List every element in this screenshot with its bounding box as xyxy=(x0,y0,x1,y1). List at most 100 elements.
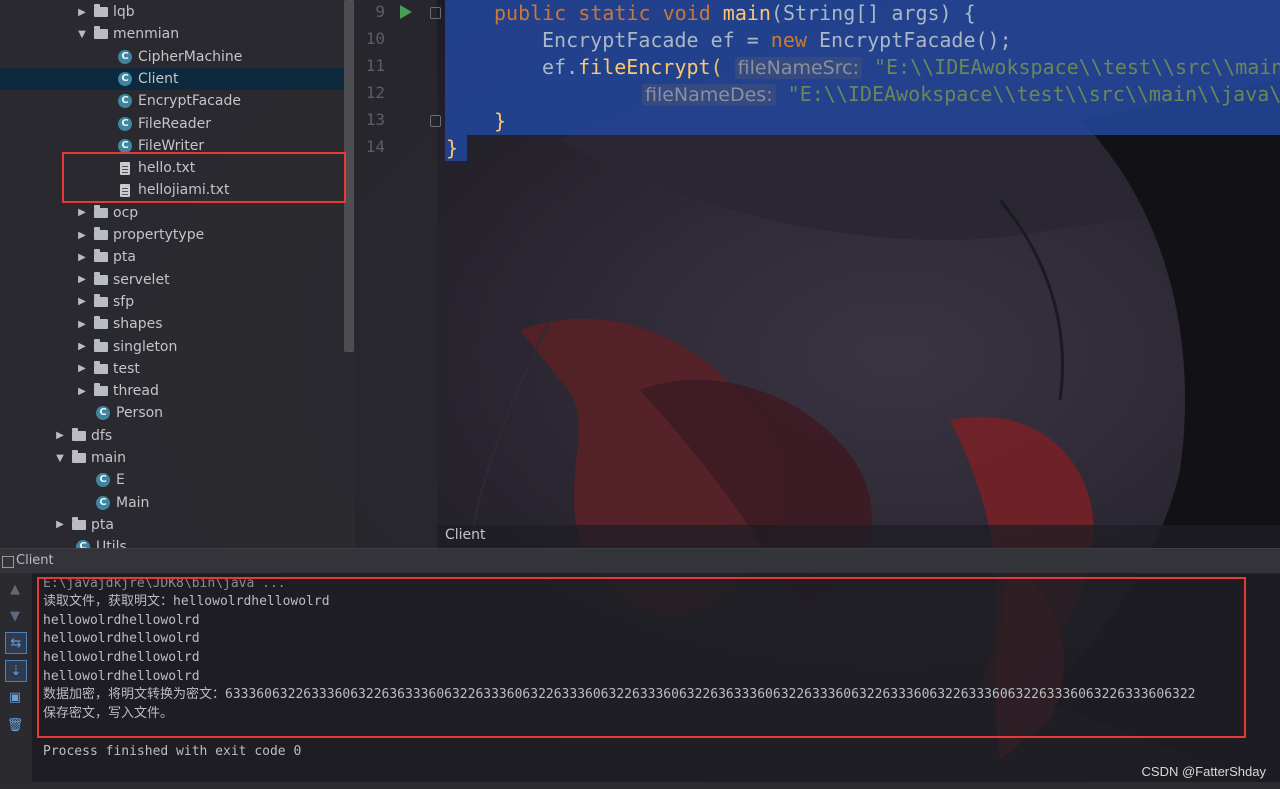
chevron-right-icon[interactable]: ▶ xyxy=(76,230,88,241)
tree-item[interactable]: C Client xyxy=(0,67,345,90)
runnable-class-icon: C xyxy=(96,495,110,510)
tree-item-label: menmian xyxy=(113,26,180,43)
tree-item[interactable]: C Main xyxy=(0,492,345,514)
tree-item[interactable]: ▶ test xyxy=(0,358,345,380)
parameter-hint: fileNameSrc: xyxy=(734,57,862,79)
folder-icon xyxy=(94,316,108,330)
chevron-down-icon[interactable]: ▼ xyxy=(54,453,66,464)
tree-item[interactable]: ▶ pta xyxy=(0,246,345,268)
folder-icon xyxy=(94,4,108,17)
tree-item[interactable]: ▶ shapes xyxy=(0,313,345,335)
code-line-9: public static void main(String[] args) { xyxy=(494,0,976,27)
tree-item[interactable]: C Person xyxy=(0,402,345,424)
chevron-right-icon[interactable]: ▶ xyxy=(76,252,88,263)
tree-item-label: Utils xyxy=(96,539,127,548)
chevron-right-icon[interactable]: ▶ xyxy=(54,430,66,441)
code-brace: } xyxy=(446,136,459,160)
folder-icon xyxy=(94,338,108,352)
chevron-right-icon[interactable]: ▶ xyxy=(76,274,88,285)
status-bar xyxy=(0,782,1280,789)
tree-item[interactable]: ▶ singleton xyxy=(0,336,345,358)
run-panel-title[interactable]: Client xyxy=(16,553,54,568)
chevron-right-icon[interactable]: ▶ xyxy=(76,7,88,18)
up-arrow-icon[interactable]: ▲ xyxy=(5,579,25,599)
code-line-10: EncryptFacade ef = new EncryptFacade(); xyxy=(542,27,1012,54)
tree-item[interactable]: ▶ pta xyxy=(0,514,345,536)
tree-item-label: CipherMachine xyxy=(138,48,243,65)
tree-item[interactable]: C EncryptFacade xyxy=(0,90,345,112)
tree-item[interactable]: CE xyxy=(0,469,345,491)
tree-item[interactable]: C FileReader xyxy=(0,113,345,135)
folder-icon xyxy=(94,293,108,307)
folder-icon xyxy=(94,360,108,374)
trash-icon[interactable]: 🗑 xyxy=(5,715,25,735)
tree-item[interactable]: C CipherMachine xyxy=(0,46,345,68)
tree-item[interactable]: ▶ thread xyxy=(0,380,345,402)
class-icon: C xyxy=(118,94,132,109)
chevron-right-icon[interactable]: ▶ xyxy=(76,341,88,352)
chevron-right-icon[interactable]: ▶ xyxy=(76,363,88,374)
chevron-right-icon[interactable]: ▶ xyxy=(76,319,88,330)
code-editor[interactable]: public static void main(String[] args) {… xyxy=(437,0,1280,548)
folder-icon xyxy=(94,204,108,218)
tree-item-label: pta xyxy=(91,516,114,533)
tree-item-label: test xyxy=(113,360,140,377)
print-icon[interactable]: ▣ xyxy=(5,687,25,707)
tree-item[interactable]: C Utils xyxy=(0,536,345,548)
chevron-right-icon[interactable]: ▶ xyxy=(76,207,88,218)
code-line-13: } xyxy=(494,108,506,135)
line-number: 9 xyxy=(375,2,385,21)
scroll-to-end-icon[interactable]: ⇣ xyxy=(5,660,27,682)
run-panel-icon xyxy=(2,556,14,568)
class-icon: C xyxy=(118,71,132,86)
chevron-right-icon[interactable]: ▶ xyxy=(54,519,66,530)
tree-item[interactable]: ▼ main xyxy=(0,447,345,469)
soft-wrap-icon[interactable]: ⇆ xyxy=(5,632,27,654)
tree-item[interactable]: ▶ servelet xyxy=(0,269,345,291)
tree-item-label: dfs xyxy=(91,427,113,444)
tree-item[interactable]: ▶ lqb xyxy=(0,1,345,23)
editor-gutter: 9 10 11 12 13 14 xyxy=(355,0,441,548)
tree-item-label: sfp xyxy=(113,293,135,310)
folder-icon xyxy=(72,450,86,463)
code-text: (String[] args) { xyxy=(770,1,976,25)
code-text: EncryptFacade(); xyxy=(806,28,1012,52)
tree-item-label: pta xyxy=(113,249,136,266)
line-number: 13 xyxy=(365,110,385,129)
folder-icon xyxy=(94,249,108,263)
code-text: ef. xyxy=(542,55,579,79)
tree-item-label: thread xyxy=(113,383,159,400)
chevron-right-icon[interactable]: ▶ xyxy=(76,296,88,307)
tree-item[interactable]: ▶ propertytype xyxy=(0,224,345,246)
tree-item-label: E xyxy=(116,472,125,489)
run-gutter-icon[interactable] xyxy=(400,5,412,19)
code-text: EncryptFacade ef = xyxy=(542,28,771,52)
down-arrow-icon[interactable]: ▼ xyxy=(5,606,25,626)
line-number: 12 xyxy=(365,83,385,102)
folder-icon xyxy=(94,383,108,397)
line-number: 14 xyxy=(365,137,385,156)
watermark: CSDN @FatterShday xyxy=(1141,764,1266,779)
line-number: 11 xyxy=(365,56,385,75)
code-line-14: } xyxy=(446,135,458,162)
runnable-class-icon: C xyxy=(96,473,110,488)
parameter-hint: fileNameDes: xyxy=(642,84,776,106)
tree-item-label: servelet xyxy=(113,271,170,288)
tree-item-label: singleton xyxy=(113,338,178,355)
breadcrumb[interactable]: Client xyxy=(445,527,486,543)
chevron-down-icon[interactable]: ▼ xyxy=(76,29,88,40)
tree-item[interactable]: ▼ menmian xyxy=(0,23,345,45)
run-panel-header: Client xyxy=(0,548,1280,574)
run-toolbar: ▲ ▼ ⇆ ⇣ ▣ 🗑 xyxy=(0,573,32,789)
tree-item-label: EncryptFacade xyxy=(138,93,241,110)
folder-icon xyxy=(94,26,108,40)
tree-item[interactable]: ▶ dfs xyxy=(0,425,345,447)
tree-item[interactable]: ▶ sfp xyxy=(0,291,345,313)
tree-item-label: Client xyxy=(138,70,179,87)
code-brace: } xyxy=(494,109,507,133)
code-keyword: public static void xyxy=(494,1,723,25)
class-icon: C xyxy=(118,49,132,64)
code-string: "E:\\IDEAwokspace\\test\\src\\main\\java… xyxy=(775,82,1280,106)
chevron-right-icon[interactable]: ▶ xyxy=(76,386,88,397)
tree-item[interactable]: ▶ ocp xyxy=(0,202,345,224)
